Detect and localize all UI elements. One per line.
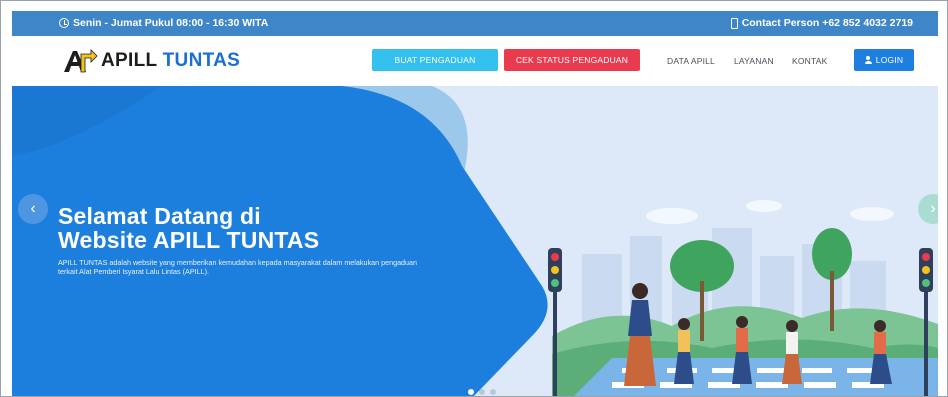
site-logo[interactable]: APILL TUNTAS xyxy=(62,48,240,74)
nav-link-kontak[interactable]: KONTAK xyxy=(792,56,828,66)
office-hours: Senin - Jumat Pukul 08:00 - 16:30 WITA xyxy=(59,17,268,29)
browser-frame: Senin - Jumat Pukul 08:00 - 16:30 WITA C… xyxy=(0,0,948,397)
logo-icon xyxy=(64,49,98,73)
nav-link-layanan[interactable]: LAYANAN xyxy=(734,56,774,66)
chevron-left-icon: ‹ xyxy=(30,200,36,217)
login-button[interactable]: LOGIN xyxy=(854,49,914,71)
logo-text-apill: APILL xyxy=(101,50,158,71)
buat-pengaduan-button[interactable]: BUAT PENGADUAN xyxy=(372,49,498,71)
carousel-indicators xyxy=(468,389,496,395)
hero-title: Selamat Datang di Website APILL TUNTAS xyxy=(58,204,319,252)
hero-description: APILL TUNTAS adalah website yang memberi… xyxy=(58,258,418,276)
logo-text-tuntas: TUNTAS xyxy=(162,50,241,71)
carousel-dot-1[interactable] xyxy=(468,389,474,395)
logo-text: APILL TUNTAS xyxy=(101,50,240,72)
top-info-bar: Senin - Jumat Pukul 08:00 - 16:30 WITA C… xyxy=(12,11,938,36)
carousel-prev-button[interactable]: ‹ xyxy=(18,194,48,224)
office-hours-text: Senin - Jumat Pukul 08:00 - 16:30 WITA xyxy=(73,17,269,29)
login-button-label: LOGIN xyxy=(875,55,904,65)
contact-person-text: Contact Person +62 852 4032 2719 xyxy=(741,17,913,29)
chevron-right-icon: › xyxy=(930,200,936,217)
hero-carousel: Selamat Datang di Website APILL TUNTAS A… xyxy=(12,86,938,396)
phone-icon xyxy=(730,17,738,29)
carousel-dot-2[interactable] xyxy=(479,389,485,395)
user-icon xyxy=(864,56,872,64)
contact-person: Contact Person +62 852 4032 2719 xyxy=(730,17,913,29)
nav-link-data-apill[interactable]: DATA APILL xyxy=(667,56,715,66)
clock-icon xyxy=(59,18,69,28)
hero-title-line-1: Selamat Datang di xyxy=(58,203,261,229)
hero-title-line-2: Website APILL TUNTAS xyxy=(58,227,320,253)
cek-status-pengaduan-button[interactable]: CEK STATUS PENGADUAN xyxy=(504,49,640,71)
main-navbar: APILL TUNTAS BUAT PENGADUAN CEK STATUS P… xyxy=(12,36,938,86)
carousel-dot-3[interactable] xyxy=(490,389,496,395)
